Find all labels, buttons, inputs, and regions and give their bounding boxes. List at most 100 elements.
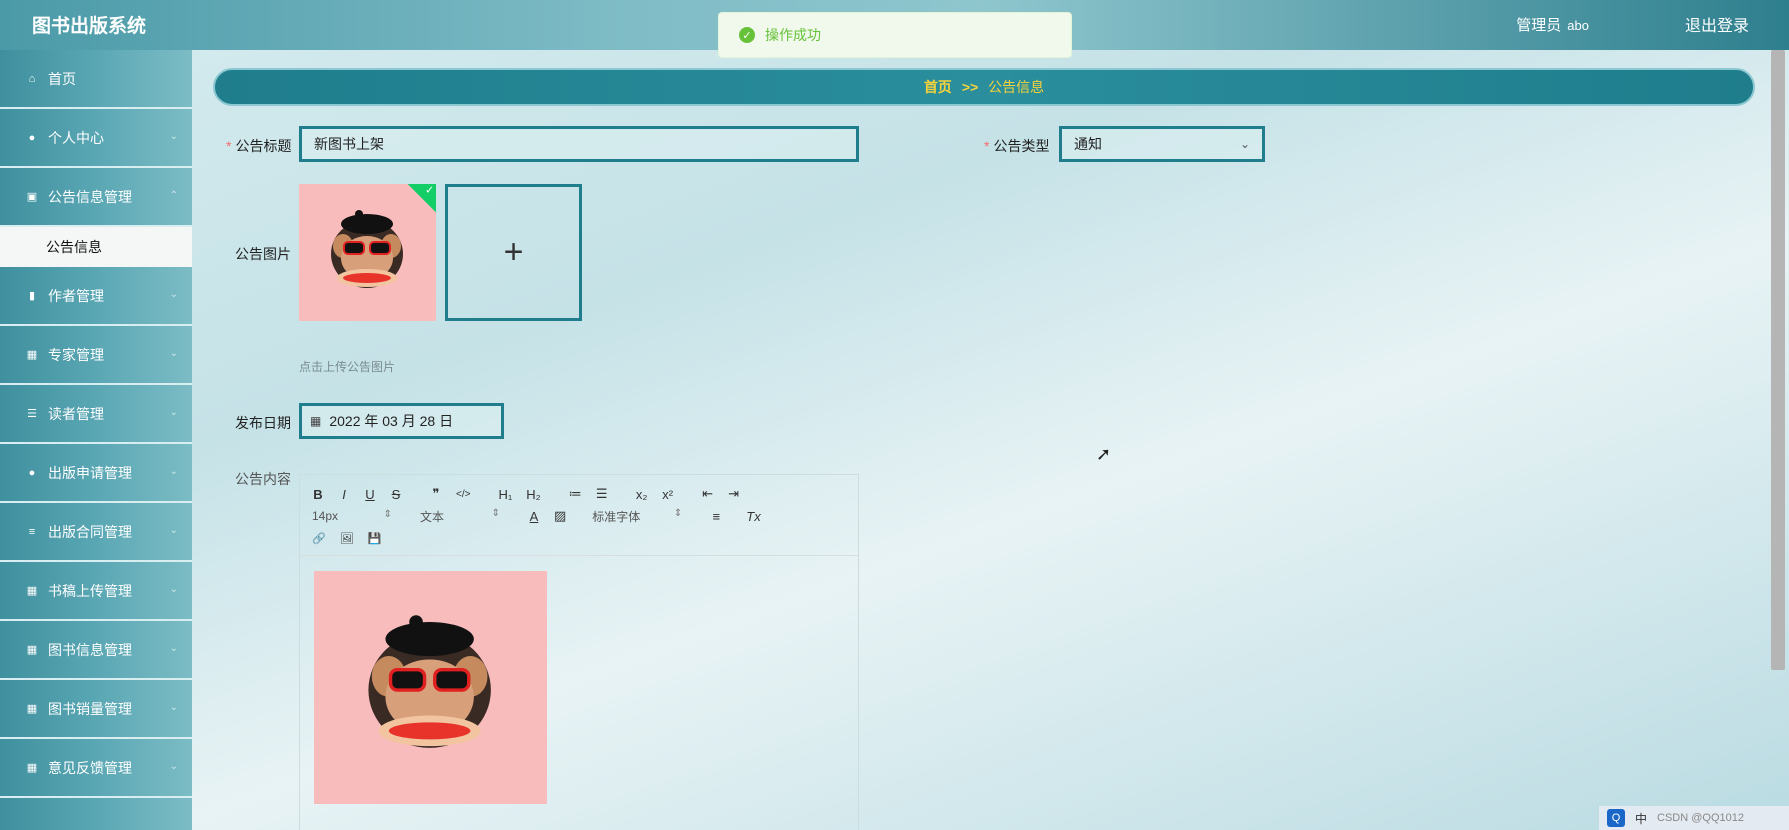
- sidebar-item-expert-management[interactable]: ▦ 专家管理 ⌄: [0, 326, 192, 385]
- chevron-up-icon: ⌃: [169, 190, 178, 201]
- sidebar-item-home[interactable]: ⌂ 首页: [0, 50, 192, 109]
- ordered-list-icon[interactable]: ≔: [569, 486, 582, 502]
- subscript-icon[interactable]: x₂: [636, 487, 648, 502]
- sidebar-item-book-info[interactable]: ▦ 图书信息管理 ⌄: [0, 621, 192, 680]
- sidebar-item-feedback[interactable]: ▦ 意见反馈管理 ⌄: [0, 739, 192, 798]
- title-label-text: 公告标题: [235, 138, 292, 154]
- code-block-icon[interactable]: </>: [456, 489, 470, 500]
- sidebar: ⌂ 首页 ● 个人中心 ⌄ ▣ 公告信息管理 ⌃ 公告信息 ▮ 作者管理 ⌄ ▦…: [0, 50, 192, 830]
- content-label: 公告内容: [235, 471, 291, 487]
- upload-hint: 点击上传公告图片: [299, 360, 396, 374]
- chevron-down-icon: ⌄: [169, 702, 178, 713]
- indent-icon[interactable]: ⇥: [728, 486, 740, 502]
- sidebar-item-label: 作者管理: [48, 287, 104, 304]
- chevron-down-icon: ⌄: [169, 407, 178, 418]
- type-label: * 公告类型: [984, 136, 1049, 156]
- success-toast: ✓ 操作成功: [718, 12, 1072, 58]
- chart-icon: ▣: [26, 191, 38, 203]
- calendar-icon: ▦: [310, 414, 322, 428]
- sidebar-item-personal-center[interactable]: ● 个人中心 ⌄: [0, 109, 192, 168]
- sidebar-item-author-management[interactable]: ▮ 作者管理 ⌄: [0, 267, 192, 326]
- type-select-value: 通知: [1074, 136, 1102, 152]
- ime-indicator[interactable]: 中: [1635, 810, 1647, 827]
- blockquote-icon[interactable]: ❞: [430, 486, 442, 502]
- clear-format-icon[interactable]: Tx: [746, 509, 760, 524]
- save-icon[interactable]: 💾: [368, 532, 382, 545]
- monkey-image: [331, 210, 403, 288]
- check-icon: ✓: [425, 184, 435, 197]
- editor-toolbar: B I U S ❞ </> H₁ H₂ ≔ ☰ x₂ x² ⇤ ⇥ 14px ⇕ …: [300, 475, 858, 556]
- list-icon: ☰: [27, 408, 37, 420]
- background-color-icon[interactable]: ▨: [554, 508, 566, 524]
- sidebar-item-label: 个人中心: [48, 129, 104, 146]
- date-picker[interactable]: ▦ 2022 年 03 月 28 日: [299, 403, 504, 439]
- underline-icon[interactable]: U: [364, 487, 376, 502]
- upload-image-button[interactable]: +: [445, 184, 582, 321]
- tray-app-icon[interactable]: Q: [1607, 809, 1625, 827]
- chevron-down-icon: ⌄: [169, 289, 178, 300]
- toolbar-row-2: 14px ⇕ 文本 ⇕ A ▨ 标准字体 ⇕ ≡ Tx: [312, 505, 848, 527]
- chevron-down-icon: ⌄: [169, 348, 178, 359]
- chevron-down-icon: ⌄: [169, 466, 178, 477]
- grid-icon: ▦: [26, 762, 38, 774]
- bullet-list-icon[interactable]: ☰: [596, 486, 608, 502]
- user-icon: ●: [28, 131, 36, 144]
- text-style-value: 文本: [420, 509, 445, 524]
- sidebar-item-publish-application[interactable]: ● 出版申请管理 ⌄: [0, 444, 192, 503]
- sidebar-item-label: 出版申请管理: [48, 464, 132, 481]
- font-color-icon[interactable]: A: [528, 509, 540, 524]
- sidebar-item-label: 首页: [48, 70, 76, 87]
- image-icon[interactable]: 🖼: [340, 532, 354, 545]
- logout-button[interactable]: 退出登录: [1685, 12, 1749, 36]
- link-icon[interactable]: 🔗: [312, 532, 326, 545]
- rich-text-editor[interactable]: B I U S ❞ </> H₁ H₂ ≔ ☰ x₂ x² ⇤ ⇥ 14px ⇕ …: [299, 474, 859, 830]
- user-icon: ●: [28, 466, 36, 479]
- font-size-select[interactable]: 14px ⇕: [312, 509, 392, 523]
- grid-icon: ▦: [26, 349, 38, 361]
- required-mark: *: [226, 138, 232, 154]
- plus-icon: +: [503, 233, 524, 271]
- font-family-value: 标准字体: [592, 509, 641, 524]
- chevron-down-icon: ⌄: [169, 584, 178, 595]
- sidebar-item-manuscript-upload[interactable]: ▦ 书稿上传管理 ⌄: [0, 562, 192, 621]
- uploaded-image-thumbnail[interactable]: ✓: [299, 184, 436, 321]
- sidebar-item-reader-management[interactable]: ☰ 读者管理 ⌄: [0, 385, 192, 444]
- italic-icon[interactable]: I: [338, 487, 350, 502]
- heading-2-icon[interactable]: H₂: [526, 487, 540, 502]
- breadcrumb-home[interactable]: 首页: [924, 77, 952, 97]
- sidebar-item-book-sales[interactable]: ▦ 图书销量管理 ⌄: [0, 680, 192, 739]
- chevron-down-icon: ⌄: [169, 761, 178, 772]
- chevron-down-icon: ⌄: [169, 643, 178, 654]
- sidebar-item-label: 书稿上传管理: [48, 582, 132, 599]
- outdent-icon[interactable]: ⇤: [702, 486, 714, 502]
- superscript-icon[interactable]: x²: [662, 487, 674, 502]
- sidebar-item-publish-contract[interactable]: ≡ 出版合同管理 ⌄: [0, 503, 192, 562]
- breadcrumb-separator: >>: [961, 79, 979, 95]
- align-icon[interactable]: ≡: [710, 509, 722, 524]
- bold-icon[interactable]: B: [312, 487, 324, 502]
- type-select[interactable]: 通知 ⌄: [1059, 126, 1265, 162]
- sidebar-item-label: 图书销量管理: [48, 700, 132, 717]
- font-family-select[interactable]: 标准字体 ⇕: [592, 508, 682, 525]
- sidebar-subitem-announcement[interactable]: 公告信息: [0, 227, 192, 267]
- editor-content-image: [314, 571, 547, 804]
- chevron-down-icon: ⌄: [169, 525, 178, 536]
- grid-icon: ▦: [26, 703, 38, 715]
- strikethrough-icon[interactable]: S: [390, 487, 402, 502]
- sidebar-item-announcement-management[interactable]: ▣ 公告信息管理 ⌃: [0, 168, 192, 227]
- toolbar-row-3: 🔗 🖼 💾: [312, 527, 848, 549]
- updown-icon: ⇕: [383, 509, 392, 520]
- updown-icon: ⇕: [673, 507, 683, 519]
- bar-chart-icon: ▮: [28, 290, 36, 302]
- user-role: 管理员: [1516, 17, 1562, 34]
- heading-1-icon[interactable]: H₁: [498, 487, 512, 502]
- user-name: abo: [1567, 18, 1589, 33]
- text-style-select[interactable]: 文本 ⇕: [420, 508, 500, 525]
- updown-icon: ⇕: [491, 507, 500, 519]
- title-input[interactable]: 新图书上架: [299, 126, 859, 162]
- check-circle-icon: ✓: [739, 27, 755, 43]
- sliders-icon: ≡: [28, 525, 36, 538]
- sidebar-item-label: 出版合同管理: [48, 523, 132, 540]
- page-scrollbar[interactable]: [1771, 50, 1785, 670]
- title-label: * 公告标题: [226, 136, 291, 156]
